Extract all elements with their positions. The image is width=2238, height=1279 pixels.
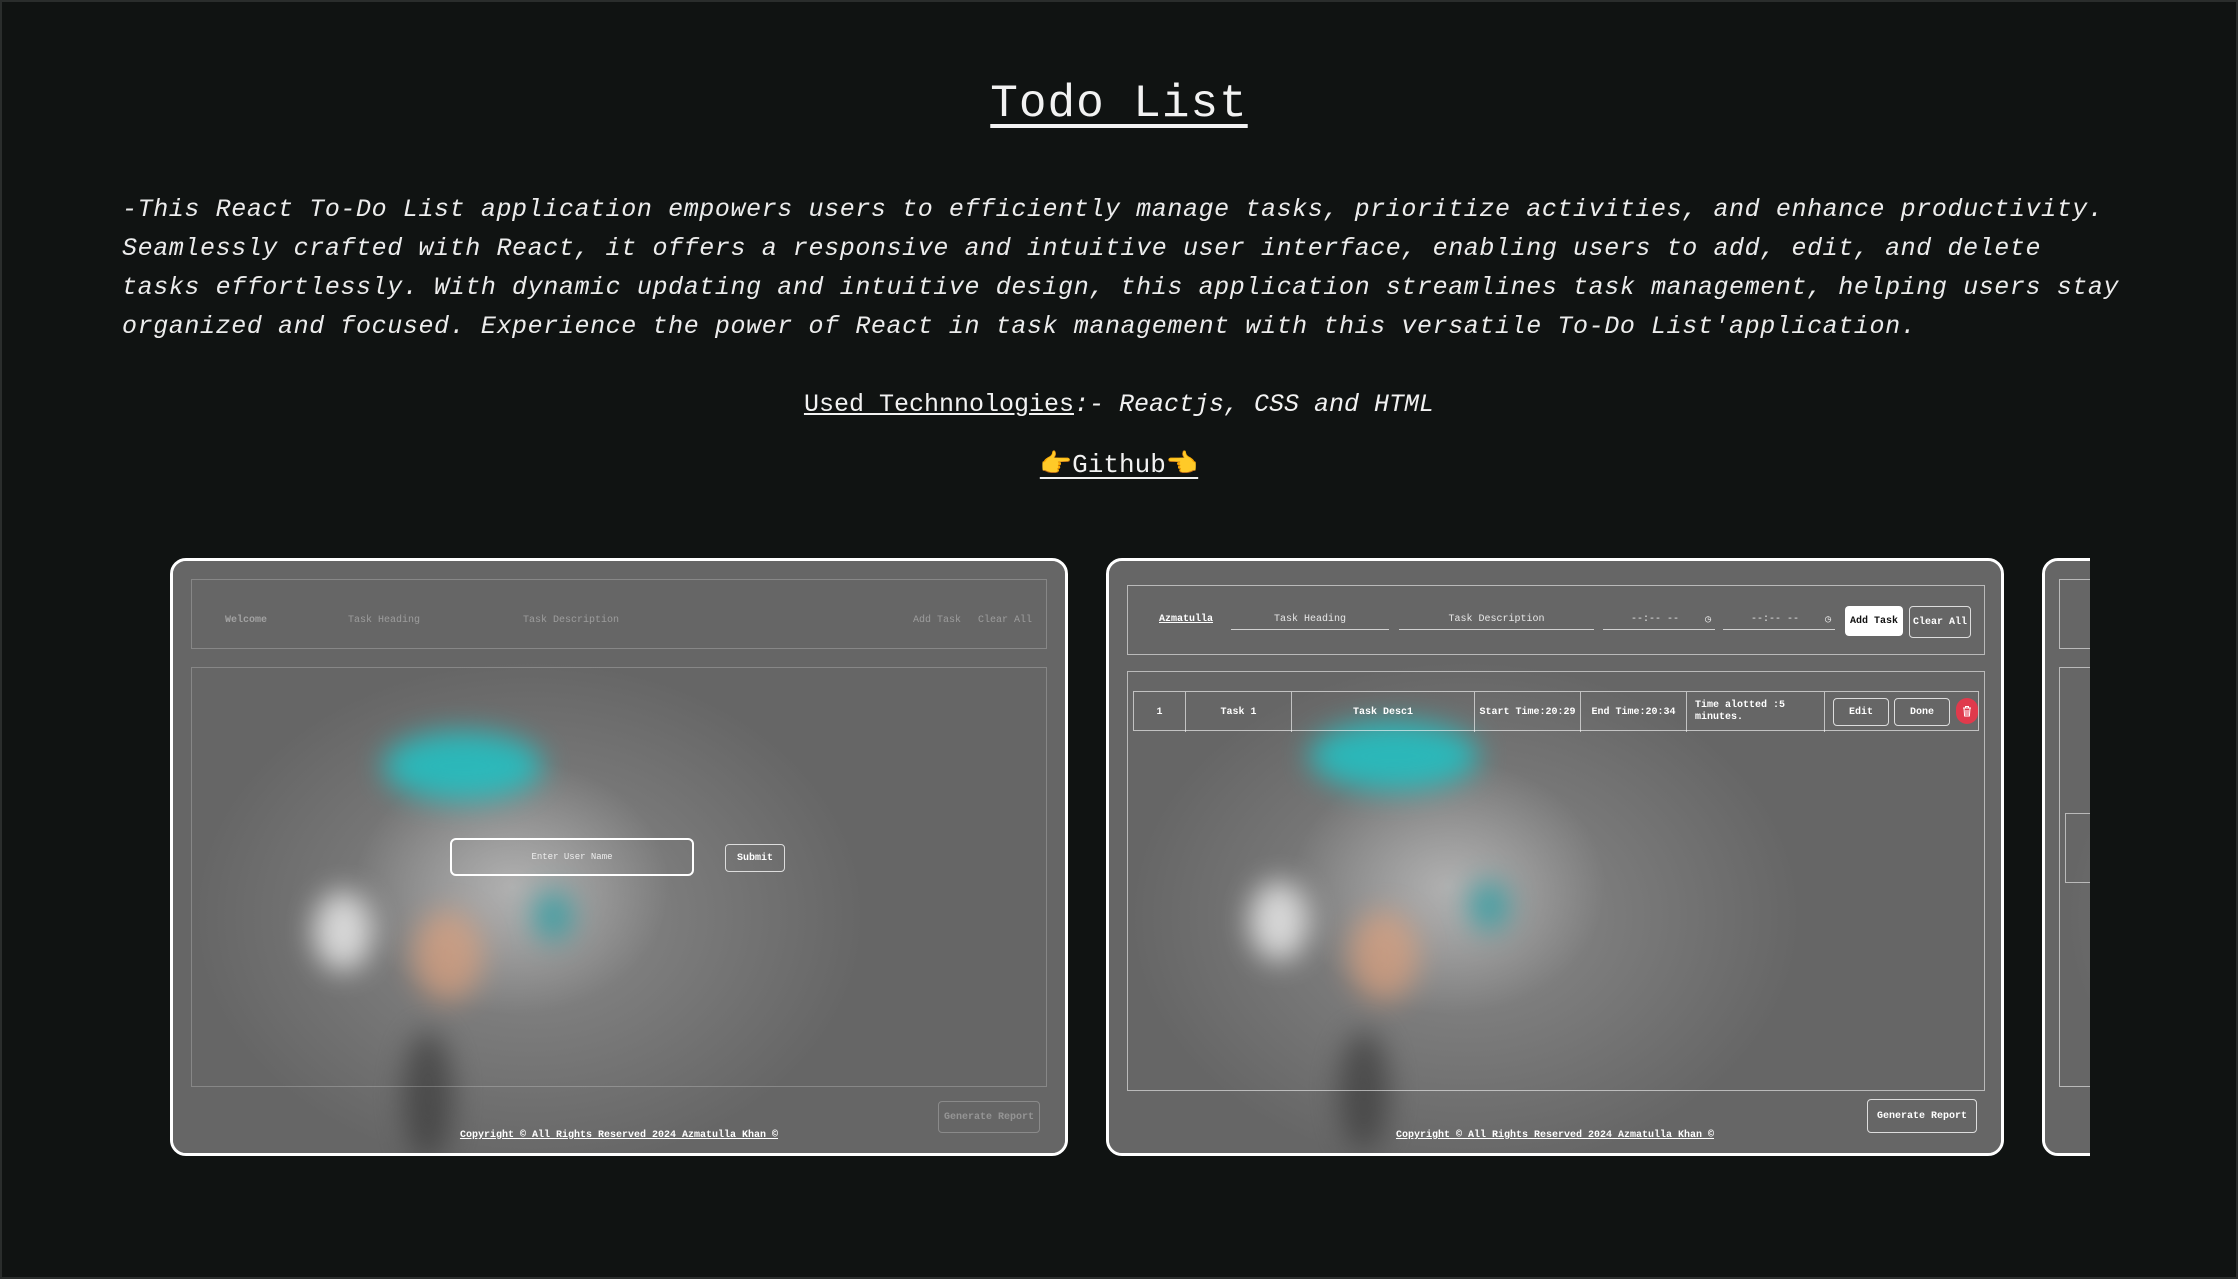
delete-button[interactable] <box>1956 698 1978 724</box>
nav-frame <box>2059 579 2090 649</box>
task-index: 1 <box>1134 692 1186 732</box>
github-link[interactable]: 👉Github👈 <box>1040 450 1198 480</box>
task-list-frame <box>1127 671 1985 1091</box>
submit-button[interactable]: Submit <box>725 844 785 872</box>
screenshot-slide-partial[interactable] <box>2042 558 2090 1156</box>
technologies-list: :- Reactjs, CSS and HTML <box>1073 390 1435 419</box>
copyright-text: Copyright © All Rights Reserved 2024 Azm… <box>459 1130 779 1141</box>
edit-button[interactable]: Edit <box>1833 698 1889 726</box>
username-label: Azmatulla <box>1159 614 1214 625</box>
start-time-placeholder: --:-- -- <box>1631 614 1680 625</box>
time-allotted-cell: Time alotted :5 minutes. <box>1687 692 1825 732</box>
technologies-label: Used Technnologies <box>803 390 1074 419</box>
end-time-placeholder: --:-- -- <box>1751 614 1800 625</box>
copyright-footer: Copyright © All Rights Reserved 2024 Azm… <box>1109 1130 2001 1141</box>
copyright-text: Copyright © All Rights Reserved 2024 Azm… <box>1395 1130 1715 1141</box>
task-row: 1 Task 1 Task Desc1 Start Time:20:29 End… <box>1133 691 1979 732</box>
content-frame <box>191 667 1047 1087</box>
start-time-cell: Start Time:20:29 <box>1475 692 1581 732</box>
clear-all-button[interactable]: Clear All <box>1909 606 1971 638</box>
task-heading-input[interactable]: Task Heading <box>1231 614 1389 630</box>
end-time-cell: End Time:20:34 <box>1581 692 1687 732</box>
task-description-cell: Task Desc1 <box>1292 692 1475 732</box>
task-description-input[interactable]: Task Description <box>1399 614 1594 630</box>
screenshot-carousel[interactable]: Welcome Task Heading Task Description Ad… <box>170 558 2090 1158</box>
add-task-button[interactable]: Add Task <box>1845 606 1903 636</box>
screenshot-slide-tasks[interactable]: Azmatulla Task Heading Task Description … <box>1106 558 2004 1156</box>
screenshot-slide-login[interactable]: Welcome Task Heading Task Description Ad… <box>170 558 1068 1156</box>
project-description: -This React To-Do List application empow… <box>122 195 2120 341</box>
partial-panel <box>2065 813 2090 883</box>
copyright-footer: Copyright © All Rights Reserved 2024 Azm… <box>173 1130 1065 1141</box>
done-button[interactable]: Done <box>1894 698 1950 726</box>
user-name-input[interactable]: Enter User Name <box>450 838 694 876</box>
generate-report-button[interactable]: Generate Report <box>938 1101 1040 1133</box>
github-row: 👉Github👈 <box>0 449 2238 480</box>
start-time-input[interactable]: --:-- -- ◷ <box>1603 614 1715 630</box>
nav-task-heading: Task Heading <box>348 615 421 626</box>
nav-add-task: Add Task <box>913 615 962 626</box>
project-title: Todo List <box>990 78 1248 130</box>
nav-welcome: Welcome <box>225 615 268 626</box>
end-time-input[interactable]: --:-- -- ◷ <box>1723 614 1835 630</box>
nav-clear-all: Clear All <box>978 615 1033 626</box>
trash-icon <box>1963 706 1971 717</box>
technologies-line: Used Technnologies:- Reactjs, CSS and HT… <box>0 390 2238 419</box>
nav-task-description: Task Description <box>523 615 620 626</box>
generate-report-button[interactable]: Generate Report <box>1867 1099 1977 1133</box>
nav-frame <box>191 579 1047 649</box>
task-heading-cell: Task 1 <box>1186 692 1292 732</box>
clock-icon[interactable]: ◷ <box>1705 614 1711 626</box>
clock-icon[interactable]: ◷ <box>1825 614 1831 626</box>
user-name-placeholder: Enter User Name <box>531 852 613 862</box>
